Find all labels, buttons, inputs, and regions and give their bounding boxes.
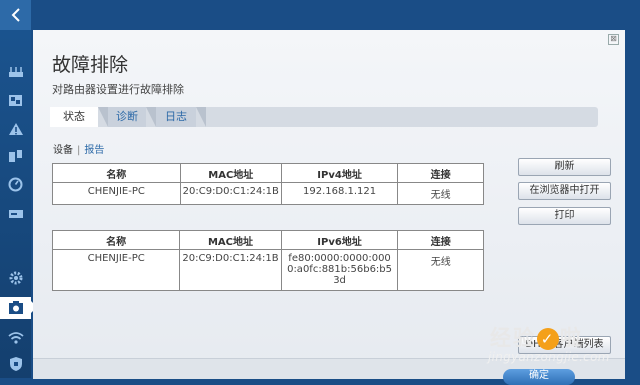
table-row: CHENJIE-PC 20:C9:D0:C1:24:1B fe80:0000:0… (51, 249, 484, 291)
settings-gear-icon[interactable] (6, 268, 25, 287)
cell-name: CHENJIE-PC (51, 249, 181, 291)
tab-divider (146, 107, 156, 127)
ok-button[interactable]: 确定 (503, 369, 575, 385)
back-chevron-icon (11, 8, 20, 22)
close-icon[interactable]: ⊠ (608, 34, 619, 45)
print-button[interactable]: 打印 (518, 207, 611, 225)
page-title: 故障排除 (52, 54, 129, 76)
col-header-name: 名称 (51, 230, 181, 250)
sidebar-nav (0, 0, 37, 378)
tab-diagnostics[interactable]: 诊断 (108, 107, 146, 127)
breadcrumb: 设备 | 报告 (53, 141, 104, 156)
cell-ip: fe80:0000:0000:000 0:a0fc:881b:56b6:b5 3… (280, 249, 399, 291)
troubleshooting-icon[interactable] (0, 297, 37, 319)
back-button[interactable] (0, 0, 31, 30)
security-shield-icon[interactable] (6, 354, 25, 373)
watermark-text-right: 啦 (560, 326, 583, 350)
tab-bar: 状态 诊断 日志 (50, 107, 598, 127)
breadcrumb-report-link[interactable]: 报告 (84, 145, 104, 156)
network-map-icon[interactable] (6, 91, 25, 110)
col-header-ipv6: IPv6地址 (280, 230, 399, 250)
tab-status[interactable]: 状态 (50, 107, 98, 127)
cell-connection: 无线 (397, 249, 484, 291)
table-header-row: 名称 MAC地址 IPv6地址 连接 (51, 230, 484, 250)
wifi-icon[interactable] (6, 328, 25, 347)
breadcrumb-devices: 设备 (53, 145, 73, 156)
top-header-strip (31, 0, 640, 30)
table-header-row: 名称 MAC地址 IPv4地址 连接 (52, 163, 484, 183)
page-subtitle: 对路由器设置进行故障排除 (52, 83, 184, 96)
col-header-mac: MAC地址 (179, 230, 282, 250)
storage-icon[interactable] (6, 204, 25, 223)
ipv6-device-table: 名称 MAC地址 IPv6地址 连接 CHENJIE-PC 20:C9:D0:C… (51, 230, 484, 291)
ipv4-device-table: 名称 MAC地址 IPv4地址 连接 CHENJIE-PC 20:C9:D0:C… (52, 163, 484, 205)
cell-mac: 20:C9:D0:C1:24:1B (179, 249, 282, 291)
refresh-button[interactable]: 刷新 (518, 158, 611, 176)
cell-ip: 192.168.1.121 (280, 182, 399, 205)
tab-divider (196, 107, 206, 127)
alert-icon[interactable] (6, 119, 25, 138)
watermark-check-icon: ✓ (537, 328, 559, 350)
table-row: CHENJIE-PC 20:C9:D0:C1:24:1B 192.168.1.1… (52, 182, 484, 205)
col-header-mac: MAC地址 (179, 163, 282, 183)
speedometer-icon[interactable] (6, 175, 25, 194)
col-header-ipv4: IPv4地址 (280, 163, 399, 183)
col-header-connection: 连接 (397, 163, 484, 183)
cell-name: CHENJIE-PC (52, 182, 181, 205)
col-header-name: 名称 (52, 163, 181, 183)
tab-logs[interactable]: 日志 (156, 107, 196, 127)
router-icon[interactable] (6, 62, 25, 81)
tab-divider (98, 107, 108, 127)
watermark-url: jingyanzongjie.com (488, 350, 610, 364)
watermark-text-left: 经验 (490, 326, 536, 350)
cell-connection: 无线 (397, 182, 484, 205)
col-header-connection: 连接 (397, 230, 484, 250)
watermark-logo: 经验 ✓ 啦 (490, 322, 583, 352)
cell-mac: 20:C9:D0:C1:24:1B (179, 182, 282, 205)
devices-icon[interactable] (6, 147, 25, 166)
open-in-browser-button[interactable]: 在浏览器中打开 (518, 182, 611, 200)
breadcrumb-separator: | (77, 145, 81, 156)
